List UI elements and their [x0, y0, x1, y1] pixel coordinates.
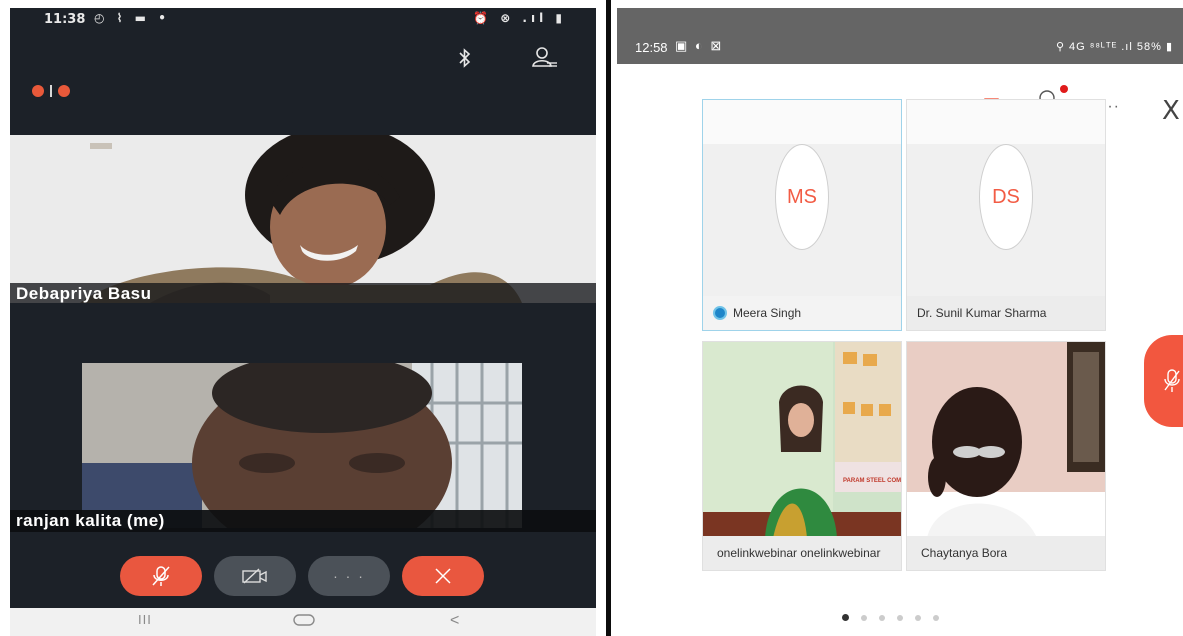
tile-top-band	[703, 100, 901, 144]
participant-name-strip: ranjan kalita (me)	[10, 510, 596, 532]
tile-label: Meera Singh	[703, 296, 901, 330]
recording-indicators	[32, 82, 70, 100]
mic-status-badge	[32, 84, 44, 97]
page-dot[interactable]	[897, 615, 903, 621]
status-system-icons: ⏰ ⊗ .ıl ▮	[473, 11, 566, 25]
participant-name: Debapriya Basu	[16, 284, 152, 303]
participant-name: ranjan kalita (me)	[16, 511, 165, 530]
participant-tile[interactable]: PARAM STEEL COMPANY onelinkwebinar oneli…	[702, 341, 902, 571]
video-frame-image: PARAM STEEL COMPANY	[703, 342, 901, 538]
status-notification-icons: ◴ ⌇ ▬ •	[94, 11, 170, 25]
status-time: 12:58	[635, 40, 668, 55]
video-toggle-button[interactable]	[214, 556, 296, 596]
avatar: MS	[775, 144, 829, 250]
video-off-icon	[242, 568, 267, 584]
video-frame-image	[907, 342, 1105, 538]
avatar: DS	[979, 144, 1033, 250]
page-dot[interactable]	[933, 615, 939, 621]
participant-video-debapriya[interactable]: Debapriya Basu	[10, 135, 596, 303]
participant-name: onelinkwebinar onelinkwebinar (host)	[717, 546, 881, 560]
page-dot[interactable]	[861, 615, 867, 621]
participant-video-self[interactable]	[82, 363, 522, 528]
participant-name-strip: Debapriya Basu	[10, 283, 596, 303]
close-icon	[435, 568, 451, 584]
page-dot[interactable]	[915, 615, 921, 621]
participants-icon[interactable]	[532, 46, 558, 73]
video-frame-image	[10, 135, 596, 303]
speaking-indicator-icon	[713, 306, 727, 320]
mic-off-icon	[1164, 369, 1180, 392]
participant-name: Dr. Sunil Kumar Sharma	[917, 306, 1047, 320]
bluetooth-icon[interactable]	[458, 48, 472, 74]
back-button[interactable]: <	[450, 612, 459, 630]
status-bar: 11:38 ◴ ⌇ ▬ • ⏰ ⊗ .ıl ▮	[10, 8, 596, 32]
participant-tile[interactable]: DS Dr. Sunil Kumar Sharma	[906, 99, 1106, 331]
video-frame-image	[82, 363, 522, 528]
badge-separator	[50, 84, 52, 97]
leave-call-button[interactable]	[402, 556, 484, 596]
left-phone-screen: 11:38 ◴ ⌇ ▬ • ⏰ ⊗ .ıl ▮ Debapriya Basu r…	[10, 8, 596, 636]
status-bar: 12:58 ▣ ◐ ⊠ ⚲ 4G ⁸⁸ᴸᵀᴱ .ıl 58% ▮	[617, 8, 1183, 64]
participant-name: Chaytanya Bora	[921, 546, 1008, 560]
tile-label: onelinkwebinar onelinkwebinar (host)	[703, 536, 901, 570]
page-dot[interactable]	[879, 615, 885, 621]
page-indicator[interactable]	[842, 608, 951, 626]
status-system-icons: ⚲ 4G ⁸⁸ᴸᵀᴱ .ıl 58% ▮	[1055, 41, 1173, 53]
image-divider	[606, 0, 611, 636]
tile-top-band	[907, 100, 1105, 144]
recents-button[interactable]: III	[138, 612, 152, 627]
participant-tile[interactable]: MS Meera Singh	[702, 99, 902, 331]
participant-tile[interactable]: Chaytanya Bora	[906, 341, 1106, 571]
more-label: · · ·	[333, 568, 365, 584]
video-status-badge	[58, 84, 70, 97]
tile-label: Chaytanya Bora	[907, 536, 1105, 570]
page-dot[interactable]	[842, 614, 849, 621]
close-button[interactable]: X	[1162, 96, 1180, 126]
mute-button[interactable]	[120, 556, 202, 596]
status-notification-icons: ▣ ◐ ⊠	[675, 38, 724, 53]
home-button[interactable]	[292, 612, 316, 633]
mute-button[interactable]	[1144, 335, 1183, 427]
mic-off-icon	[152, 566, 170, 586]
call-controls: · · ·	[10, 548, 596, 608]
more-button[interactable]: · · ·	[308, 556, 390, 596]
status-time: 11:38	[44, 12, 86, 27]
android-nav-bar: III <	[10, 608, 596, 636]
svg-text:PARAM STEEL COMPANY: PARAM STEEL COMPANY	[843, 478, 901, 484]
home-icon	[293, 614, 315, 626]
right-phone-screen: 12:58 ▣ ◐ ⊠ ⚲ 4G ⁸⁸ᴸᵀᴱ .ıl 58% ▮ ··· X M…	[617, 8, 1183, 636]
tile-label: Dr. Sunil Kumar Sharma	[907, 296, 1105, 330]
